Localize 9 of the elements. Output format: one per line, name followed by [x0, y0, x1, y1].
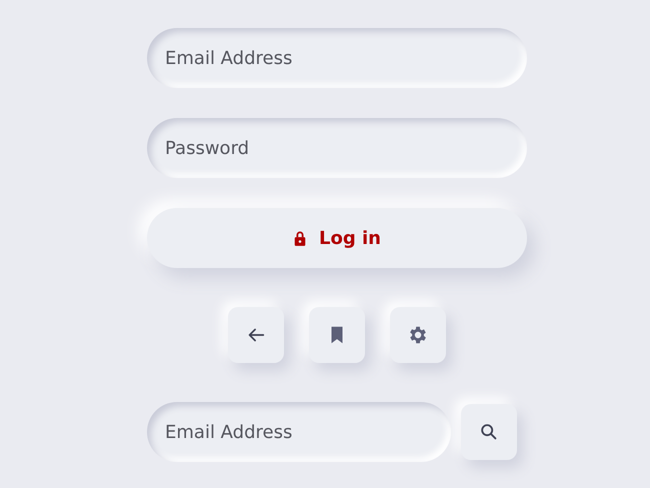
settings-icon: [407, 324, 429, 346]
search-button[interactable]: [461, 404, 517, 460]
lock-icon: [293, 230, 307, 246]
bookmark-button[interactable]: [309, 307, 365, 363]
search-field[interactable]: Email Address: [147, 402, 451, 462]
input-field[interactable]: Password: [147, 118, 527, 178]
settings-button[interactable]: [390, 307, 446, 363]
login-button[interactable]: Log in: [147, 208, 527, 268]
input-field[interactable]: Email Address: [147, 28, 527, 88]
